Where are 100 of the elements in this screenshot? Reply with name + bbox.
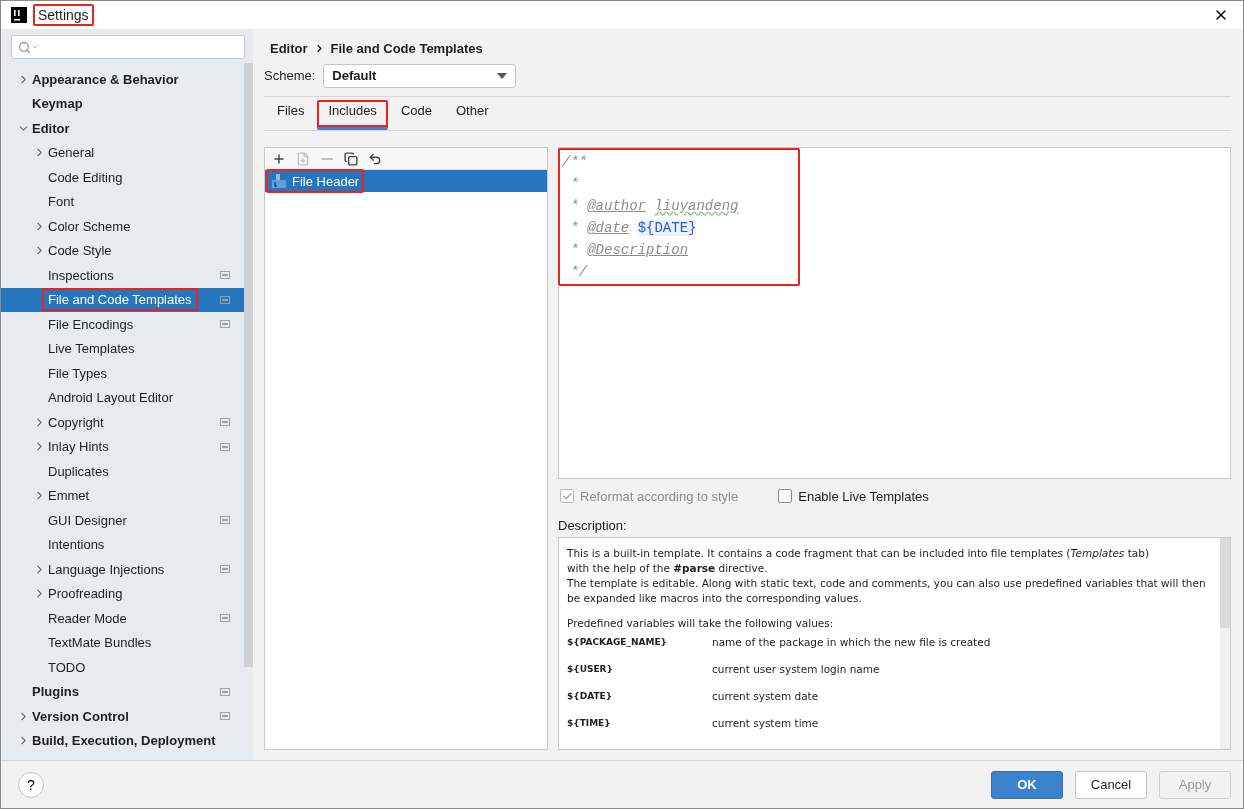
tree-item-label: File and Code Templates (42, 288, 198, 312)
tree-item[interactable]: File Encodings (1, 312, 244, 337)
code-line: * @Description (569, 241, 690, 260)
tree-item-label: Editor (31, 119, 71, 138)
tree-item[interactable]: Build, Execution, Deployment (1, 728, 244, 753)
file-plus-icon (296, 151, 310, 166)
tree-item-label: Reader Mode (47, 609, 128, 628)
code-line: /** (562, 153, 589, 172)
tree-item-label: File Types (47, 364, 108, 383)
tree-item-label: Appearance & Behavior (31, 70, 180, 89)
tree-item[interactable]: TextMate Bundles (1, 630, 244, 655)
checkbox-label: Reformat according to style (580, 488, 739, 504)
tab[interactable]: Other (444, 100, 500, 130)
variable-name: ${PACKAGE_NAME} (567, 636, 668, 649)
tree-item[interactable]: Appearance & Behavior (1, 67, 244, 92)
tree-item[interactable]: Code Style (1, 238, 244, 263)
tree-item-label: Duplicates (47, 462, 110, 481)
tree-item[interactable]: Emmet (1, 483, 244, 508)
tree-item-label: Font (47, 193, 75, 212)
tree-item-label: Code Style (47, 242, 113, 261)
tree-item-label: Keymap (31, 95, 84, 114)
breadcrumb-item: Editor (270, 40, 308, 56)
window-title: Settings (33, 4, 94, 26)
tree-item[interactable]: Proofreading (1, 581, 244, 606)
scheme-label: Scheme: (264, 68, 316, 83)
tree-item[interactable]: TODO (1, 655, 244, 680)
tree-item-label: Color Scheme (47, 217, 132, 236)
tab[interactable]: Files (266, 100, 316, 130)
tree-item-label: Build, Execution, Deployment (31, 732, 217, 751)
description-text: This is a built-in template. It contains a code fragment that can be included into file templates (Templates tab) (567, 546, 1150, 561)
undo-icon (368, 151, 382, 166)
tree-item[interactable]: Keymap (1, 91, 244, 116)
code-line: */ (569, 263, 589, 282)
code-editor[interactable]: /** * * @author liuyandeng * @date ${DATE} * @Description */ (558, 147, 1231, 479)
variable-description: current user system login name (712, 662, 881, 677)
tree-item[interactable]: Plugins (1, 679, 244, 704)
dialog-button[interactable]: Cancel (1075, 770, 1147, 799)
tree-item-label: General (47, 144, 96, 163)
tree-item[interactable]: GUI Designer (1, 508, 244, 533)
tree-item[interactable]: General (1, 140, 244, 165)
tree-item-label: Android Layout Editor (47, 389, 175, 408)
scheme-dropdown[interactable]: Default (323, 63, 517, 88)
dialog-button[interactable]: OK (991, 770, 1063, 799)
tree-item[interactable]: Language Injections (1, 557, 244, 582)
tree-item[interactable]: Editor (1, 116, 244, 141)
caret-icon (31, 43, 39, 51)
search-icon (18, 40, 31, 54)
breadcrumb-item: File and Code Templates (330, 40, 483, 56)
tree-item-label: Version Control (31, 707, 130, 726)
code-line: * @author liuyandeng (569, 197, 739, 216)
checkbox[interactable] (778, 489, 793, 503)
tree-item[interactable]: Live Templates (1, 336, 244, 361)
help-button[interactable]: ? (18, 771, 44, 798)
tree-item-label: Plugins (31, 683, 80, 702)
copy-button[interactable] (343, 150, 359, 167)
tree-item[interactable]: Inlay Hints (1, 434, 244, 459)
tree-item[interactable]: Intentions (1, 532, 244, 557)
tree-item-label: File Encodings (47, 315, 135, 334)
checkbox-label: Enable Live Templates (798, 488, 929, 504)
minus-icon (321, 157, 333, 160)
variable-description: current system date (712, 689, 820, 704)
copy-icon (344, 151, 358, 166)
variable-name: ${TIME} (567, 717, 612, 730)
tab[interactable]: Includes (317, 100, 388, 130)
code-line: * @date ${DATE} (569, 219, 698, 238)
file-icon (271, 173, 287, 189)
tree-item-label: Inspections (47, 266, 115, 285)
scrollbar-thumb[interactable] (244, 63, 253, 667)
tree-item-label: Intentions (47, 536, 106, 555)
description-text: Predefined variables will take the following values: (567, 616, 835, 631)
template-item[interactable]: File Header (265, 170, 547, 192)
tree-item[interactable]: Version Control (1, 704, 244, 729)
tree-item[interactable]: File Types (1, 361, 244, 386)
tree-item[interactable]: Reader Mode (1, 606, 244, 631)
plus-icon (272, 151, 286, 166)
tree-item[interactable]: Inspections (1, 263, 244, 288)
tree-item-label: Inlay Hints (47, 438, 110, 457)
tree-item[interactable]: Color Scheme (1, 214, 244, 239)
tree-item-label: Language Injections (47, 560, 166, 579)
description-label: Description: (558, 516, 628, 535)
tree-item[interactable]: Font (1, 189, 244, 214)
tree-item[interactable]: Duplicates (1, 459, 244, 484)
tree-item[interactable]: Copyright (1, 410, 244, 435)
description-text: The template is editable. Along with static text, code and comments, you can also use predefined variables that will then be expanded like macros into the corresponding values. (567, 576, 1207, 606)
variable-description: name of the package in which the new file is created (712, 635, 992, 650)
description-text: with the help of the #parse directive. (567, 561, 769, 576)
code-line: * (569, 175, 580, 194)
app-logo-icon (11, 7, 27, 23)
tree-item[interactable]: Android Layout Editor (1, 385, 244, 410)
caret-icon (497, 72, 508, 79)
tree-item-label: Code Editing (47, 168, 124, 187)
scrollbar-thumb[interactable] (1220, 538, 1230, 628)
tree-item-label: Emmet (47, 487, 91, 506)
tree-item[interactable]: Code Editing (1, 165, 244, 190)
tree-item-label: Live Templates (47, 340, 136, 359)
tree-item[interactable]: File and Code Templates (1, 287, 244, 312)
tab[interactable]: Code (389, 100, 443, 130)
variable-description: current system time (712, 716, 820, 731)
tree-item-label: TextMate Bundles (47, 634, 153, 653)
search-field[interactable] (11, 35, 245, 59)
